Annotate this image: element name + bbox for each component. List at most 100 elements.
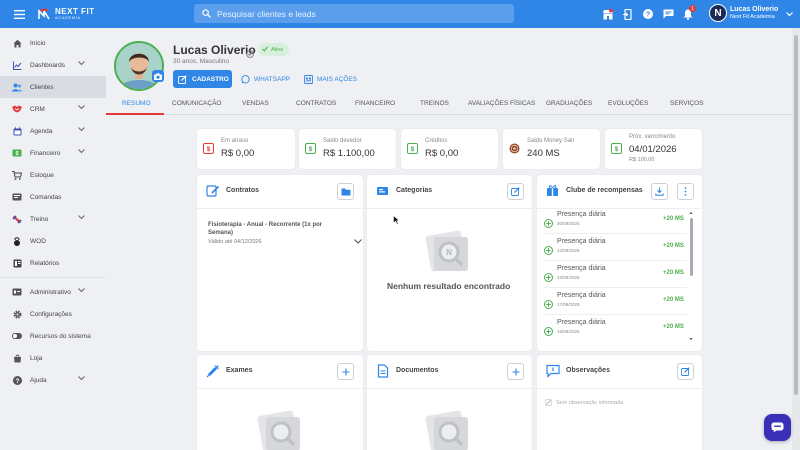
cadastro-label: CADASTRO	[192, 75, 229, 83]
money-icon: $	[407, 143, 418, 154]
whatsapp-button[interactable]: WHATSAPP	[241, 70, 290, 88]
tab-avaliacoes[interactable]: AVALIAÇÕES FÍSICAS	[468, 100, 535, 107]
svg-text:$: $	[207, 146, 211, 152]
add-button[interactable]	[337, 363, 354, 380]
sidebar-item-label: WOD	[30, 237, 46, 245]
bell-icon[interactable]: 1	[680, 5, 696, 23]
tab-servicos[interactable]: SERVIÇOS	[670, 100, 703, 107]
tab-contratos[interactable]: CONTRATOS	[296, 100, 336, 107]
page-scrollbar-thumb[interactable]	[794, 35, 798, 395]
sidebar-item-dashboards[interactable]: Dashboards	[0, 54, 106, 76]
syringe-icon	[206, 364, 220, 378]
reward-points: +20 MS	[663, 270, 684, 276]
handshake-icon	[12, 104, 22, 114]
folder-icon	[341, 188, 351, 196]
chevron-down-icon[interactable]	[354, 231, 362, 249]
plus-icon	[342, 368, 350, 376]
chevron-down-icon	[78, 61, 85, 68]
sidebar-item-estoque[interactable]: Estoque	[0, 164, 106, 186]
sidebar-item-financeiro[interactable]: $ Financeiro	[0, 142, 106, 164]
reward-date: 16/09/2025	[557, 329, 580, 334]
sidebar-item-agenda[interactable]: Agenda	[0, 120, 106, 142]
panel-title: Clube de recompensas	[566, 187, 643, 194]
tab-treinos[interactable]: TREINOS	[420, 100, 449, 107]
sidebar-item-configuracoes[interactable]: Configurações	[0, 303, 106, 325]
profile-subtitle: 30 anos, Masculino	[173, 58, 230, 65]
sidebar-item-relatorios[interactable]: Relatórios	[0, 252, 106, 274]
tab-graduacoes[interactable]: GRADUAÇÕES	[546, 100, 592, 107]
panel-divider	[197, 388, 363, 389]
download-button[interactable]	[651, 183, 668, 200]
sidebar-item-wod[interactable]: WOD	[0, 230, 106, 252]
chat-support-button[interactable]	[764, 414, 791, 441]
panel-divider	[197, 208, 363, 209]
cadastro-button[interactable]: CADASTRO	[173, 70, 232, 88]
document-icon	[376, 364, 390, 378]
observation-empty: Sem observação informada	[545, 399, 623, 406]
menu-icon[interactable]	[9, 4, 29, 24]
sidebar-item-administrativo[interactable]: Administrativo	[0, 281, 106, 303]
panel-title: Documentos	[396, 367, 439, 374]
tab-vendas[interactable]: VENDAS	[242, 100, 269, 107]
reward-points: +20 MS	[663, 297, 684, 303]
sidebar-item-comandas[interactable]: Comandas	[0, 186, 106, 208]
chevron-down-icon	[78, 288, 85, 295]
grid-icon	[304, 74, 313, 84]
add-circle-icon	[544, 215, 553, 233]
camera-icon[interactable]	[152, 70, 164, 82]
sidebar-item-inicio[interactable]: Início	[0, 32, 106, 54]
chevron-down-icon	[78, 127, 85, 134]
whatsapp-icon	[241, 74, 250, 84]
sidebar-item-treino[interactable]: Treino	[0, 208, 106, 230]
logo-icon	[37, 7, 51, 21]
tab-resumo[interactable]: RESUMO	[122, 100, 151, 107]
sidebar-item-clientes[interactable]: Clientes	[0, 76, 106, 98]
chat-icon[interactable]	[660, 5, 676, 23]
toggle-icon	[12, 331, 22, 341]
shop-icon	[12, 353, 22, 363]
profile-name: Lucas Oliverio	[173, 43, 256, 57]
reward-points: +20 MS	[663, 216, 684, 222]
store-icon[interactable]	[600, 5, 616, 23]
dumbbell-icon	[12, 214, 22, 224]
money-alert-icon: $	[203, 143, 214, 154]
scrollbar-thumb[interactable]	[690, 218, 693, 276]
home-icon	[12, 38, 22, 48]
edit-button[interactable]	[507, 183, 524, 200]
money-icon: $	[12, 148, 22, 158]
comment-icon	[546, 364, 560, 378]
sidebar-item-label: Configurações	[30, 310, 72, 318]
sidebar-item-crm[interactable]: CRM	[0, 98, 106, 120]
help-icon[interactable]: ?	[640, 5, 656, 23]
stat-value: R$ 0,00	[425, 148, 459, 159]
sidebar-item-label: Clientes	[30, 83, 54, 91]
search-bar[interactable]	[194, 4, 514, 23]
more-actions-label: MAIS AÇÕES	[317, 75, 358, 83]
add-button[interactable]	[507, 363, 524, 380]
whatsapp-label: WHATSAPP	[254, 75, 290, 83]
edit-button[interactable]	[677, 363, 694, 380]
stat-card-em-atraso: $ Em atraso R$ 0,00	[197, 129, 295, 169]
search-input[interactable]	[217, 8, 497, 19]
chat-bubble-icon	[771, 422, 784, 433]
user-menu[interactable]: N Lucas Oliverio Next Fit Academia	[709, 4, 794, 22]
stat-label: Créditos	[425, 138, 448, 144]
reward-icon	[546, 184, 560, 198]
sidebar-item-recursos[interactable]: Recursos do sistema	[0, 325, 106, 347]
help-icon: ?	[12, 375, 22, 385]
logo[interactable]: NEXT FIT ACADEMIA	[37, 7, 95, 21]
more-actions-button[interactable]: MAIS AÇÕES	[304, 70, 357, 88]
panel-title: Categorias	[396, 187, 433, 194]
door-icon[interactable]	[620, 5, 636, 23]
contract-item[interactable]: Fisioterapia - Anual - Recorrente (1x po…	[208, 221, 362, 245]
sidebar-item-loja[interactable]: Loja	[0, 347, 106, 369]
stat-label: Saldo devedor	[323, 138, 362, 144]
add-circle-icon	[544, 323, 553, 341]
report-icon	[12, 258, 22, 268]
tab-evolucoes[interactable]: EVOLUÇÕES	[608, 100, 648, 107]
tab-comunicacao[interactable]: COMUNICAÇÃO	[172, 100, 221, 107]
tab-financeiro[interactable]: FINANCEIRO	[355, 100, 395, 107]
more-options-button[interactable]	[677, 183, 694, 200]
folder-button[interactable]	[337, 183, 354, 200]
sidebar-item-ajuda[interactable]: ? Ajuda	[0, 369, 106, 391]
